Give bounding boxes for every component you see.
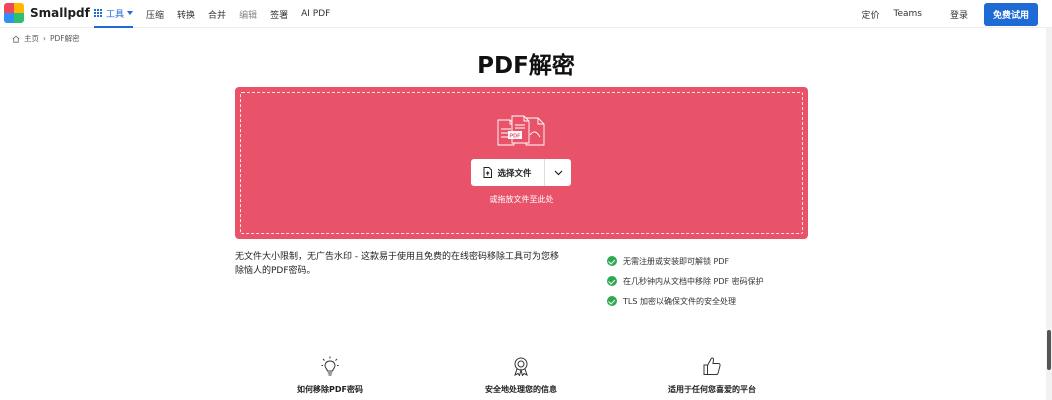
top-header: Smallpdf 工具 压缩 转换 合并 编辑 签署 AI PDF 定价 Tea…	[0, 0, 1052, 28]
select-file-group: 选择文件	[471, 159, 571, 186]
tool-description: 无文件大小限制，无广告水印 - 这款易于使用且免费的在线密码移除工具可为您移除恼…	[235, 252, 559, 276]
login-link[interactable]: 登录	[950, 8, 968, 21]
nav-tools-label: 工具	[106, 9, 125, 20]
info-card-platforms: 适用于任何您喜爱的平台	[642, 356, 782, 395]
feature-text: 无需注册或安装即可解锁 PDF	[623, 256, 730, 266]
breadcrumb-separator: ›	[43, 34, 46, 43]
breadcrumb-home[interactable]: 主页	[24, 33, 39, 44]
check-icon	[607, 256, 617, 266]
nav-tools[interactable]: 工具	[94, 0, 134, 28]
feature-item: TLS 加密以确保文件的安全处理	[607, 291, 764, 311]
select-source-dropdown[interactable]	[544, 159, 571, 186]
card-label: 如何移除PDF密码	[297, 385, 363, 394]
nav-merge[interactable]: 合并	[208, 8, 226, 21]
feature-text: TLS 加密以确保文件的安全处理	[623, 296, 736, 306]
breadcrumb-current: PDF解密	[50, 34, 80, 43]
nav-compress[interactable]: 压缩	[146, 8, 164, 21]
breadcrumb: 主页 › PDF解密	[12, 33, 80, 44]
check-icon	[607, 296, 617, 306]
brand-name: Smallpdf	[30, 6, 90, 20]
nav-pricing[interactable]: 定价	[861, 8, 879, 21]
nav-edit[interactable]: 编辑	[239, 8, 257, 21]
right-nav: 定价 Teams 登录 免费试用	[847, 0, 1038, 28]
logo-mark-icon	[4, 3, 24, 23]
home-icon	[12, 35, 20, 43]
scrollbar-thumb[interactable]	[1047, 330, 1051, 370]
select-file-label: 选择文件	[497, 168, 532, 179]
award-icon	[514, 357, 528, 376]
doc-pdf-label: PDF	[510, 134, 522, 140]
grid-icon	[94, 8, 103, 18]
try-free-button[interactable]: 免费试用	[983, 2, 1038, 26]
main-nav: 工具 压缩 转换 合并 编辑 签署 AI PDF	[94, 0, 343, 28]
feature-text: 在几秒钟内从文档中移除 PDF 密码保护	[623, 276, 764, 286]
chevron-down-icon	[554, 170, 562, 175]
drop-hint: 或拖放文件至此处	[489, 195, 554, 204]
thumbs-up-icon	[703, 357, 721, 375]
logo[interactable]: Smallpdf	[4, 3, 90, 23]
check-icon	[607, 276, 617, 286]
chevron-down-icon	[127, 11, 134, 15]
lightbulb-icon	[321, 356, 339, 376]
documents-icon: PDF	[497, 115, 545, 146]
card-label: 适用于任何您喜爱的平台	[668, 385, 756, 394]
nav-teams[interactable]: Teams	[893, 9, 921, 19]
file-dropzone[interactable]: PDF 选择文件 或拖放文件至此处	[235, 87, 808, 239]
feature-item: 在几秒钟内从文档中移除 PDF 密码保护	[607, 271, 764, 291]
nav-sign[interactable]: 签署	[270, 8, 288, 21]
nav-convert[interactable]: 转换	[177, 8, 195, 21]
info-card-security: 安全地处理您的信息	[451, 356, 591, 395]
info-card-howto: 如何移除PDF密码	[260, 356, 400, 395]
card-label: 安全地处理您的信息	[485, 385, 557, 394]
page-title: PDF解密	[477, 53, 575, 79]
select-file-button[interactable]: 选择文件	[471, 159, 544, 186]
feature-item: 无需注册或安装即可解锁 PDF	[607, 251, 764, 271]
file-upload-icon	[483, 167, 493, 178]
page-scrollbar[interactable]	[1046, 28, 1052, 400]
feature-list: 无需注册或安装即可解锁 PDF 在几秒钟内从文档中移除 PDF 密码保护 TLS…	[607, 251, 764, 311]
nav-ai-pdf[interactable]: AI PDF	[301, 9, 330, 19]
